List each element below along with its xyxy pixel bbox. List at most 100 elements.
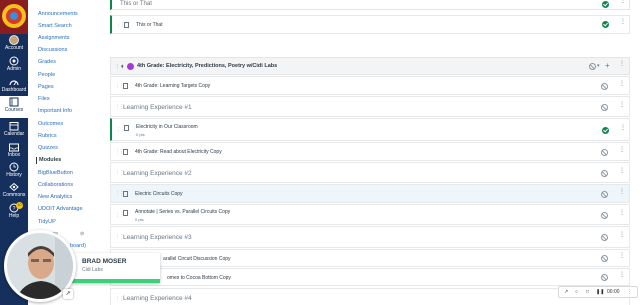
course-nav-outcomes[interactable]: Outcomes (38, 121, 63, 128)
course-nav-smart-search[interactable]: Smart Search (38, 23, 72, 30)
drag-handle-icon[interactable]: ⋮⋮ (115, 170, 124, 176)
unpublished-icon[interactable] (601, 170, 608, 177)
module-item[interactable]: ⋮⋮ Annotate | Series vs. Parallel Circui… (110, 204, 630, 225)
course-nav-new-analytics[interactable]: New Analytics (38, 194, 72, 201)
drag-handle-icon[interactable]: ⋮⋮ (115, 296, 124, 302)
module-item[interactable]: ⋮⋮ Electric Circuits Copy ⋮ (110, 184, 630, 203)
collapse-chevron-icon[interactable]: ▾ (121, 64, 124, 70)
drag-handle-icon[interactable]: ⋮⋮ (115, 149, 124, 155)
commons-icon (9, 182, 19, 192)
item-title[interactable]: Annotate | Series vs. Parallel Circuits … (135, 209, 230, 215)
module-header[interactable]: ⋮⋮ ▾ 4th Grade: Electricity, Predictions… (110, 57, 630, 75)
drag-handle-icon[interactable]: ⋮⋮ (116, 127, 125, 133)
admin-icon (9, 56, 19, 66)
completed-icon (602, 127, 609, 134)
module-item[interactable]: arallel Circuit Discussion Copy ⋮ (110, 249, 630, 267)
zoom-icon[interactable]: ○ (575, 289, 578, 295)
nav-admin[interactable]: Admin (0, 55, 28, 75)
nav-calendar-label: Calendar (3, 131, 25, 137)
recorder-menu-icon[interactable]: ⋮ (627, 289, 632, 295)
item-title[interactable]: Electric Circuits Copy (135, 191, 183, 197)
nav-inbox[interactable]: Inbox (0, 141, 28, 161)
nav-calendar[interactable]: Calendar (0, 120, 28, 140)
unpublished-icon[interactable] (589, 63, 596, 70)
course-nav-udoit[interactable]: UDOIT Advantage (38, 206, 83, 213)
item-title[interactable]: arallel Circuit Discussion Copy (163, 256, 231, 262)
module-item[interactable]: ⋮⋮ 4th Grade: Read about Electricity Cop… (110, 142, 630, 161)
add-item-icon[interactable]: + (605, 61, 610, 70)
kebab-menu-icon[interactable]: ⋮ (619, 272, 625, 278)
completed-icon (602, 1, 609, 8)
course-nav-grades[interactable]: Grades (38, 59, 56, 66)
item-title[interactable]: 4th Grade: Read about Electricity Copy (135, 149, 222, 155)
unpublished-icon[interactable] (601, 149, 608, 156)
nav-commons[interactable]: Commons (0, 181, 28, 201)
account-icon (9, 35, 19, 45)
help-badge: 10 (16, 202, 23, 209)
nav-history-label: History (6, 172, 22, 178)
nav-help[interactable]: ? Help 10 (0, 202, 28, 222)
drag-handle-icon[interactable]: ⋮⋮ (115, 212, 124, 218)
course-nav-modules[interactable]: Modules (36, 157, 61, 164)
kebab-menu-icon[interactable]: ⋮ (619, 253, 625, 259)
course-nav-pages[interactable]: Pages (38, 84, 54, 91)
kebab-menu-icon[interactable]: ⋮ (619, 168, 625, 174)
course-nav-bigbluebutton[interactable]: BigBlueButton (38, 170, 73, 177)
item-title[interactable]: omes to Cocoa Bottom Copy (167, 275, 231, 281)
nav-history[interactable]: History (0, 161, 28, 181)
course-nav-rubrics[interactable]: Rubrics (38, 133, 57, 140)
nav-account[interactable]: Account (0, 34, 28, 54)
logo-icon (2, 4, 26, 28)
kebab-menu-icon[interactable]: ⋮ (620, 125, 626, 131)
nav-dashboard[interactable]: Dashboard (0, 76, 28, 96)
unpublished-icon[interactable] (601, 191, 608, 198)
course-nav-discussions[interactable]: Discussions (38, 47, 67, 54)
pause-icon[interactable]: ❚❚ (596, 289, 604, 295)
drag-handle-icon[interactable]: ⋮⋮ (115, 191, 124, 197)
drag-handle-icon[interactable]: ⋮⋮ (115, 104, 124, 110)
kebab-menu-icon[interactable]: ⋮ (620, 19, 626, 25)
history-icon (9, 162, 19, 172)
kebab-menu-icon[interactable]: ⋮ (619, 232, 625, 238)
kebab-menu-icon[interactable]: ⋮ (619, 189, 625, 195)
unpublished-icon[interactable] (601, 274, 608, 281)
publish-dropdown-icon[interactable]: ▾ (597, 63, 600, 69)
unpublished-icon[interactable] (601, 212, 608, 219)
course-nav-files[interactable]: Files (38, 96, 50, 103)
drag-handle-icon[interactable]: ⋮⋮ (116, 22, 125, 28)
course-nav-people[interactable]: People (38, 72, 55, 79)
institution-logo[interactable] (0, 0, 28, 34)
nav-courses[interactable]: Courses (0, 96, 28, 118)
unpublished-icon[interactable] (601, 234, 608, 241)
drag-handle-icon[interactable]: ⋮⋮ (115, 83, 124, 89)
course-nav-quizzes[interactable]: Quizzes (38, 145, 58, 152)
module-item-this-or-that[interactable]: ⋮⋮ This or That ⋮ (110, 15, 630, 34)
course-nav-important-info[interactable]: Important Info (38, 108, 72, 115)
module-item[interactable]: ⋮⋮ 4th Grade: Learning Targets Copy ⋮ (110, 76, 630, 95)
course-nav-assignments[interactable]: Assignments (38, 35, 70, 42)
kebab-menu-icon[interactable]: ⋮ (619, 102, 625, 108)
draw-icon[interactable]: ↗ (564, 289, 568, 295)
kebab-menu-icon[interactable]: ⋮ (620, 0, 626, 4)
recorder-toolbar: ↗ ○ □ ❚❚ 00:00 ⋮ (558, 286, 638, 298)
kebab-menu-icon[interactable]: ⋮ (619, 61, 625, 67)
item-title[interactable]: This or That (136, 22, 163, 28)
kebab-menu-icon[interactable]: ⋮ (619, 210, 625, 216)
drag-handle-icon[interactable]: ⋮⋮ (115, 234, 124, 240)
unpublished-icon[interactable] (601, 104, 608, 111)
item-title[interactable]: Electricity in Our Classroom (136, 124, 198, 130)
expand-icon[interactable]: ↗ (63, 289, 73, 299)
course-nav-collaborations[interactable]: Collaborations (38, 182, 73, 189)
course-nav-announcements[interactable]: Announcements (38, 11, 78, 18)
course-nav-tidyup[interactable]: TidyUP (38, 219, 56, 226)
module-title: 4th Grade: Electricity, Predictions, Poe… (137, 63, 278, 69)
unpublished-icon[interactable] (601, 255, 608, 262)
item-title[interactable]: 4th Grade: Learning Targets Copy (135, 83, 210, 89)
module-header-this-or-that[interactable]: This or That ⋮ (110, 0, 630, 10)
module-item[interactable]: ⋮⋮ Electricity in Our Classroom 0 pts ⋮ (110, 118, 630, 141)
kebab-menu-icon[interactable]: ⋮ (619, 147, 625, 153)
camera-icon[interactable]: □ (586, 289, 589, 295)
unpublished-icon[interactable] (601, 83, 608, 90)
kebab-menu-icon[interactable]: ⋮ (619, 81, 625, 87)
module-item[interactable]: omes to Cocoa Bottom Copy ⋮ (110, 268, 630, 286)
